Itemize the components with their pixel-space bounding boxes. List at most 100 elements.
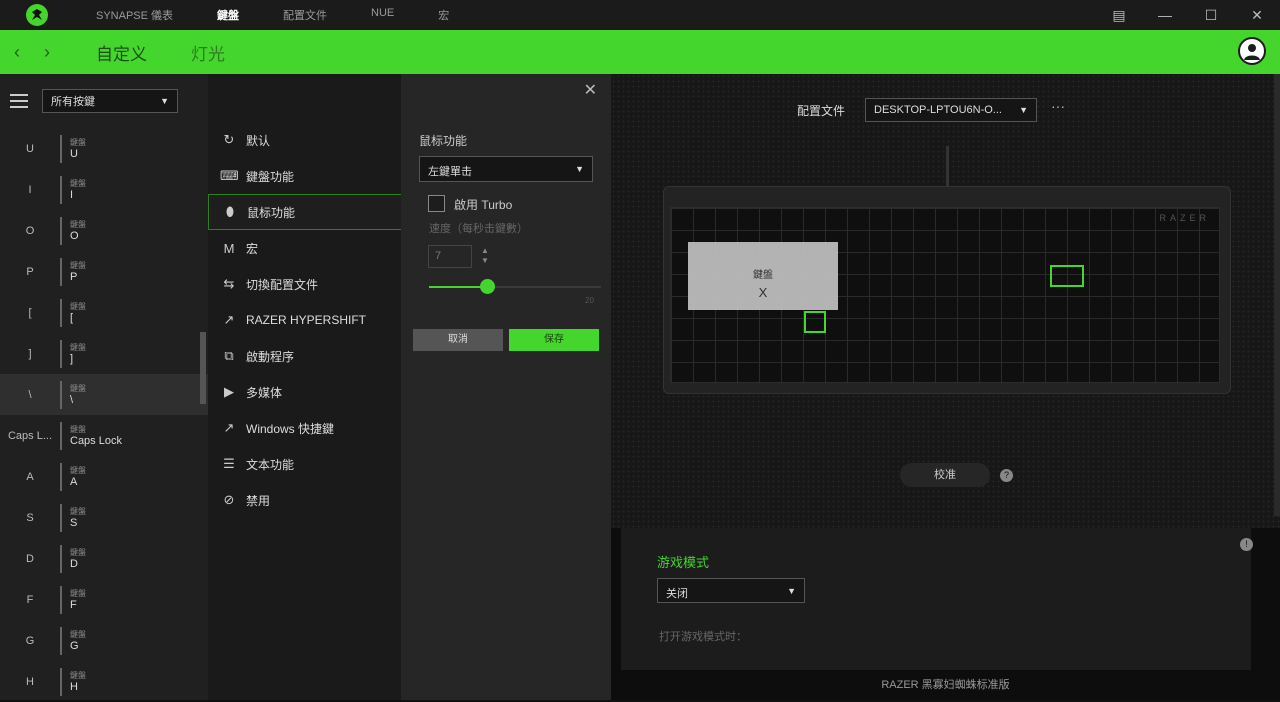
list-item[interactable]: S 鍵盤 S bbox=[0, 497, 208, 538]
list-item[interactable]: [鍵盤[ bbox=[0, 292, 208, 333]
list-item[interactable]: Caps L... 鍵盤 Caps Lock bbox=[0, 415, 208, 456]
game-mode-dropdown[interactable]: 关闭 ▼ bbox=[657, 578, 805, 603]
function-label: 切換配置文件 bbox=[246, 277, 319, 292]
function-multimedia[interactable]: ▶ 多媒体 bbox=[208, 374, 401, 410]
menu-icon[interactable] bbox=[10, 94, 28, 108]
function-label: 多媒体 bbox=[246, 385, 283, 400]
function-label: 啟動程序 bbox=[246, 349, 295, 364]
list-item[interactable]: F 鍵盤 F bbox=[0, 579, 208, 620]
function-mouse[interactable]: ⬮ 鼠标功能 bbox=[208, 194, 401, 230]
divider bbox=[60, 216, 62, 245]
arrow-up-right-icon: ↗ bbox=[223, 420, 235, 435]
function-disable[interactable]: ⊘ 禁用 bbox=[208, 482, 401, 518]
key-binding: Caps Lock bbox=[70, 435, 122, 447]
razer-logo-icon bbox=[26, 4, 48, 26]
function-label: 默认 bbox=[246, 133, 271, 148]
key-highlight[interactable] bbox=[1050, 265, 1084, 287]
key-binding: F bbox=[70, 599, 77, 611]
function-text[interactable]: ☰ 文本功能 bbox=[208, 446, 401, 482]
back-button[interactable]: ‹ bbox=[14, 42, 36, 63]
section-header: ‹ › 自定义 灯光 bbox=[0, 30, 1280, 74]
divider bbox=[60, 544, 62, 573]
minimize-button[interactable]: — bbox=[1142, 7, 1188, 23]
list-item[interactable]: G 鍵盤 G bbox=[0, 620, 208, 661]
function-launch-program[interactable]: ⧉ 啟動程序 bbox=[208, 338, 401, 374]
key-name: [ bbox=[28, 306, 32, 319]
list-item[interactable]: D 鍵盤 D bbox=[0, 538, 208, 579]
key-list-scrollbar[interactable] bbox=[200, 332, 206, 404]
function-default[interactable]: ↻ 默认 bbox=[208, 122, 401, 158]
key-name: U bbox=[26, 142, 34, 155]
list-item[interactable]: O 鍵盤 O bbox=[0, 210, 208, 251]
list-item[interactable]: H 鍵盤 H bbox=[0, 661, 208, 702]
info-icon[interactable]: ? bbox=[1000, 469, 1013, 482]
chevron-down-icon: ▼ bbox=[787, 586, 796, 596]
divider bbox=[60, 175, 62, 204]
function-windows-shortcut[interactable]: ↗ Windows 快捷鍵 bbox=[208, 410, 401, 446]
list-item[interactable]: U 鍵盤 U bbox=[0, 128, 208, 169]
forward-button[interactable]: › bbox=[44, 42, 66, 63]
function-hypershift[interactable]: ↗ RAZER HYPERSHIFT bbox=[208, 302, 401, 338]
panel-title: 鼠标功能 bbox=[419, 134, 468, 148]
key-filter-dropdown[interactable]: 所有按鍵 ▼ bbox=[42, 89, 178, 113]
maximize-button[interactable]: ☐ bbox=[1188, 7, 1234, 24]
keyboard-brand: RAZER bbox=[1159, 213, 1210, 223]
key-name: A bbox=[26, 470, 34, 483]
function-keyboard[interactable]: ⌨ 鍵盤功能 bbox=[208, 158, 401, 194]
tab-lighting[interactable]: 灯光 bbox=[191, 40, 225, 65]
close-icon[interactable]: ✕ bbox=[584, 80, 597, 100]
tab-keyboard[interactable]: 鍵盤 bbox=[217, 7, 239, 23]
list-item[interactable]: A 鍵盤 A bbox=[0, 456, 208, 497]
speed-stepper[interactable]: ▲ ▼ bbox=[481, 246, 489, 266]
mouse-action-dropdown[interactable]: 左鍵單击 ▼ bbox=[419, 156, 593, 182]
key-highlight-selected[interactable] bbox=[804, 311, 826, 333]
key-binding: P bbox=[70, 271, 78, 283]
key-binding: ] bbox=[70, 353, 74, 365]
key-binding: I bbox=[70, 189, 74, 201]
tab-profiles[interactable]: 配置文件 bbox=[283, 7, 327, 23]
key-name: Caps L... bbox=[7, 429, 53, 442]
divider bbox=[60, 421, 62, 450]
game-mode-section: 游戏模式 关闭 ▼ 打开游戏模式时： ! bbox=[611, 528, 1280, 670]
function-label: Windows 快捷鍵 bbox=[246, 421, 335, 436]
key-binding: S bbox=[70, 517, 78, 529]
key-binding: A bbox=[70, 476, 78, 488]
avatar[interactable] bbox=[1238, 37, 1266, 65]
key-type: 鍵盤 bbox=[70, 466, 86, 475]
key-binding: G bbox=[70, 640, 79, 652]
tab-macro[interactable]: 宏 bbox=[438, 7, 449, 23]
tab-customize[interactable]: 自定义 bbox=[96, 40, 147, 65]
save-button[interactable]: 保存 bbox=[509, 329, 599, 351]
info-icon[interactable]: ! bbox=[1240, 538, 1253, 551]
tab-synapse-dashboard[interactable]: SYNAPSE 儀表 bbox=[96, 7, 173, 23]
list-item[interactable]: P 鍵盤 P bbox=[0, 251, 208, 292]
switch-icon: ⇆ bbox=[223, 276, 235, 291]
function-macro[interactable]: M宏 bbox=[208, 230, 401, 266]
list-item[interactable]: I 鍵盤 I bbox=[0, 169, 208, 210]
function-label: RAZER HYPERSHIFT bbox=[246, 313, 367, 327]
more-icon[interactable]: ··· bbox=[1051, 98, 1065, 114]
close-button[interactable]: ✕ bbox=[1234, 7, 1280, 24]
arrow-up-right-icon: ↗ bbox=[223, 312, 235, 327]
key-type: 鍵盤 bbox=[70, 384, 86, 393]
divider bbox=[60, 626, 62, 655]
turbo-checkbox[interactable] bbox=[428, 195, 445, 212]
right-scrollbar[interactable] bbox=[1274, 74, 1280, 516]
tab-nue[interactable]: NUE bbox=[371, 7, 394, 23]
speed-slider-handle[interactable] bbox=[480, 279, 496, 294]
speed-input[interactable]: 7 bbox=[428, 245, 472, 268]
list-item-selected[interactable]: \ 鍵盤 \ bbox=[0, 374, 208, 415]
key-name: I bbox=[28, 183, 32, 196]
function-switch-profile[interactable]: ⇆ 切換配置文件 bbox=[208, 266, 401, 302]
function-label: 鼠标功能 bbox=[247, 205, 296, 220]
key-binding: O bbox=[70, 230, 79, 242]
profile-dropdown[interactable]: DESKTOP-LPTOU6N-O... ▼ bbox=[865, 98, 1037, 122]
notifications-icon[interactable]: ▤ bbox=[1096, 7, 1142, 24]
key-list-header: 所有按鍵 ▼ bbox=[0, 74, 208, 128]
speed-label: 速度（每秒击鍵數） bbox=[429, 223, 528, 235]
list-item[interactable]: ] 鍵盤] bbox=[0, 333, 208, 374]
speed-slider[interactable] bbox=[429, 279, 601, 294]
calibrate-button[interactable]: 校准 bbox=[900, 463, 990, 487]
cancel-button[interactable]: 取消 bbox=[413, 329, 503, 351]
key-type: 鍵盤 bbox=[70, 179, 86, 188]
